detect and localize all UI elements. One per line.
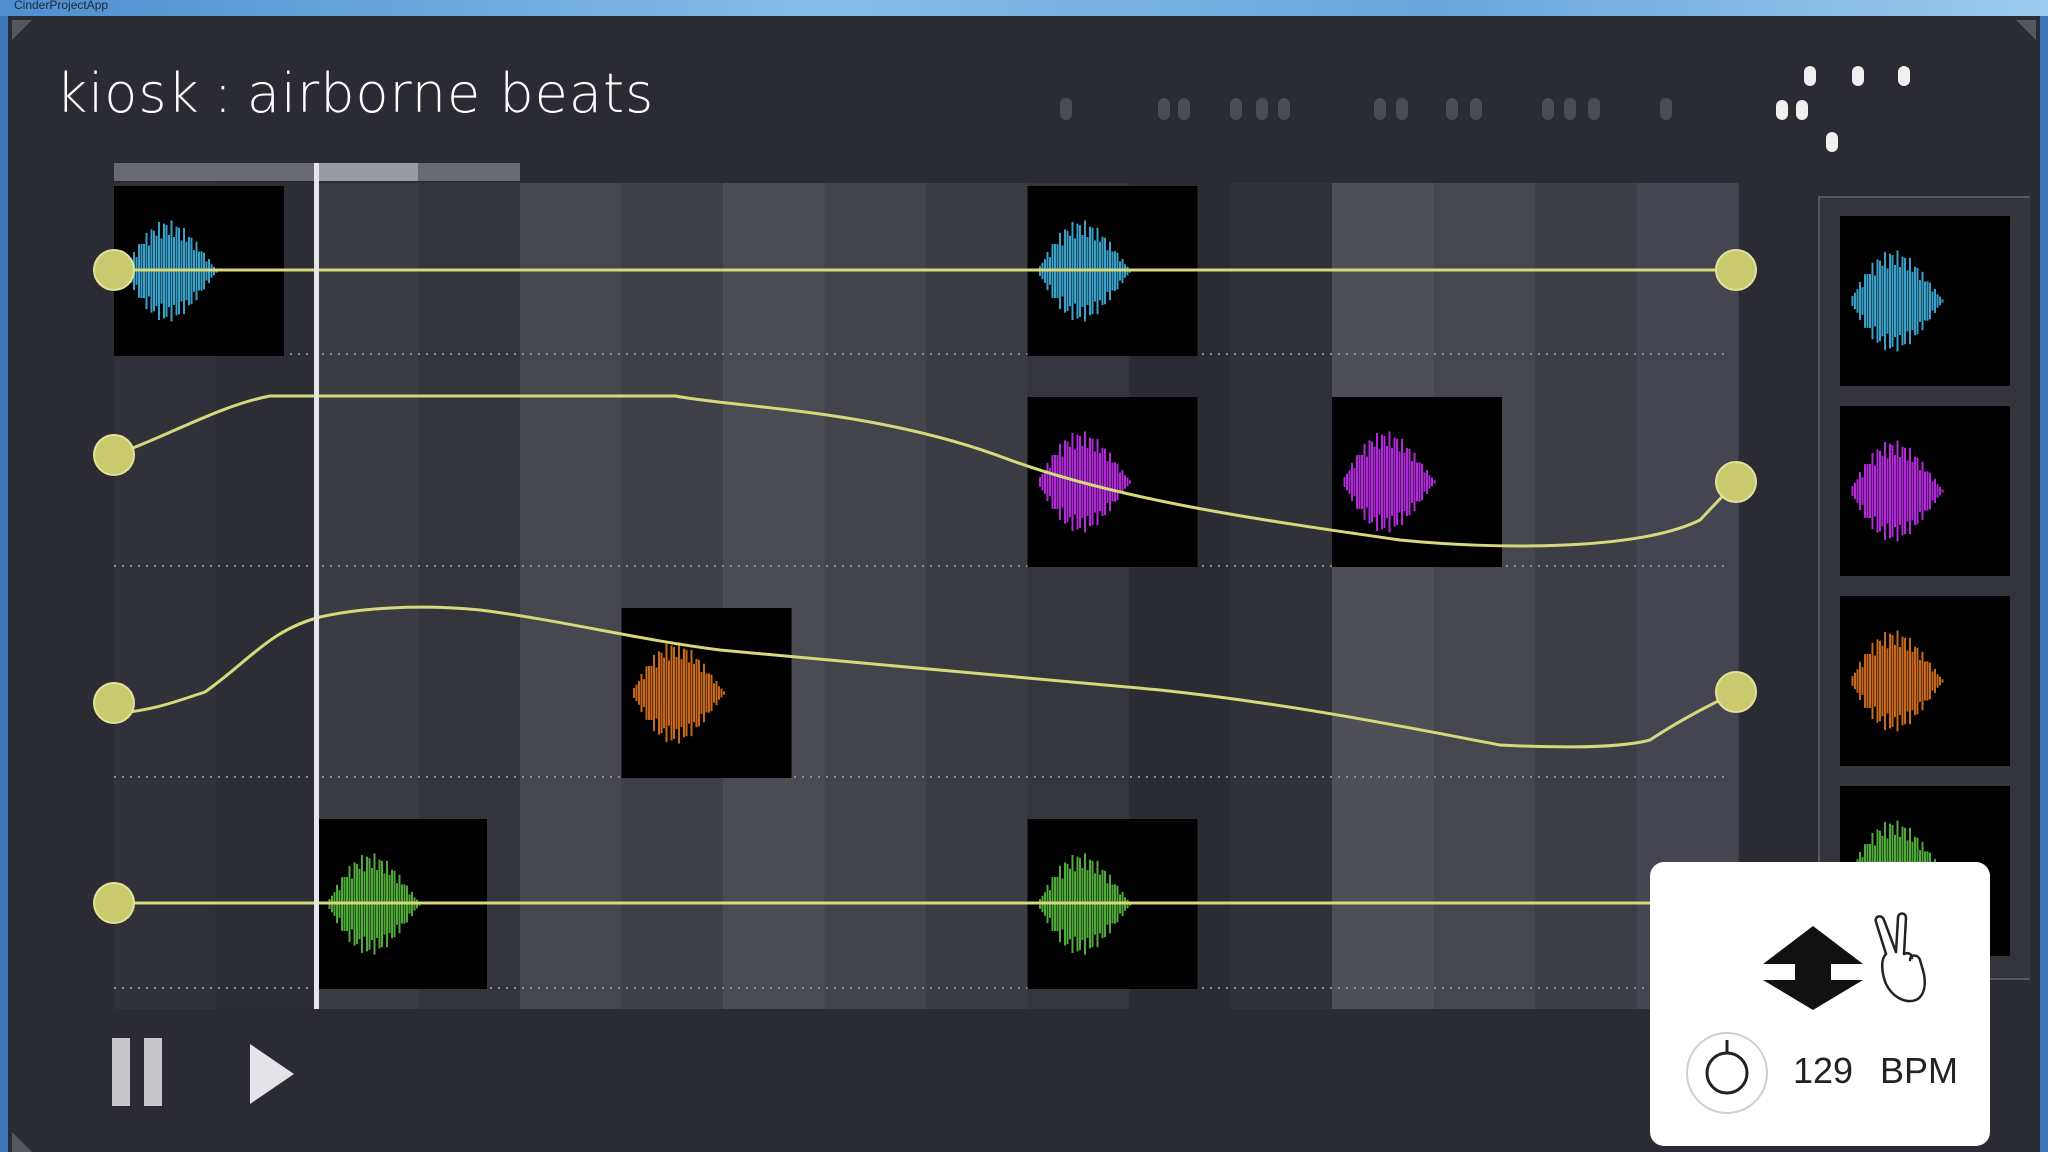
oblong-logo-icon — [1776, 66, 1910, 152]
step-column[interactable] — [1535, 183, 1638, 1009]
curve-handle-track-2-start[interactable] — [93, 434, 135, 476]
palette-sample-2[interactable] — [1840, 406, 2010, 576]
tempo-dial-icon — [1686, 1032, 1768, 1114]
clip-track-orange[interactable] — [621, 608, 792, 778]
curve-handle-track-3-end[interactable] — [1715, 671, 1757, 713]
palette-sample-3[interactable] — [1840, 596, 2010, 766]
up-down-arrow-icon — [1763, 926, 1863, 1010]
bpm-unit: BPM — [1880, 1050, 1959, 1091]
step-column[interactable] — [824, 183, 927, 1009]
curve-handle-track-1-end[interactable] — [1715, 249, 1757, 291]
curve-handle-track-3-start[interactable] — [93, 682, 135, 724]
curve-handle-track-4-start[interactable] — [93, 882, 135, 924]
tempo-panel[interactable]: 129 BPM — [1650, 862, 1990, 1146]
step-column[interactable] — [1230, 183, 1333, 1009]
step-column[interactable] — [723, 183, 826, 1009]
pause-button[interactable] — [112, 1038, 162, 1106]
step-column[interactable] — [926, 183, 1029, 1009]
bpm-value: 129 — [1793, 1050, 1854, 1091]
step-column[interactable] — [1332, 183, 1435, 1009]
two-finger-gesture-icon — [1874, 912, 1926, 1003]
header-decoration-dots — [1060, 98, 1672, 120]
step-column[interactable] — [520, 183, 623, 1009]
step-column[interactable] — [1433, 183, 1536, 1009]
scrub-bar-highlight[interactable] — [318, 163, 418, 181]
step-column[interactable] — [621, 183, 724, 1009]
pause-icon — [112, 1038, 130, 1106]
sample-palette-tiles[interactable] — [1820, 198, 2030, 978]
clip-track-purple[interactable] — [1027, 397, 1198, 567]
playhead[interactable] — [314, 163, 319, 1009]
curve-handle-track-2-end[interactable] — [1715, 461, 1757, 503]
play-button[interactable] — [250, 1044, 294, 1104]
palette-sample-1[interactable] — [1840, 216, 2010, 386]
curve-handle-track-1-start[interactable] — [93, 249, 135, 291]
